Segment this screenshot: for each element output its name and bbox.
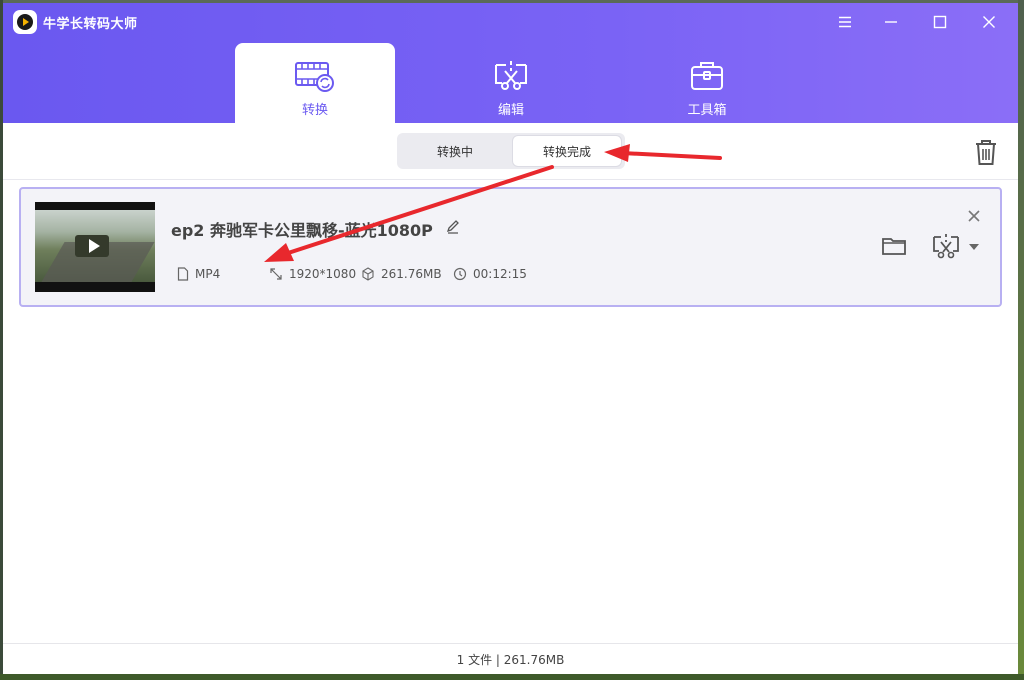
segment-converted[interactable]: 转换完成 [513,136,621,166]
trash-icon[interactable] [973,138,999,166]
toolbox-icon [691,62,723,90]
pencil-icon[interactable] [445,219,461,235]
file-list: ep2 奔驰军卡公里飘移-蓝光1080P MP4 1920*1080 261.7… [3,180,1018,645]
file-duration-value: 00:12:15 [473,267,527,281]
file-size: 261.76MB [361,267,442,281]
app-logo-icon [13,10,37,34]
tab-convert[interactable]: 转换 [235,43,395,123]
minimize-icon[interactable] [871,7,911,37]
close-icon[interactable] [969,7,1009,37]
status-summary: 1 文件 | 261.76MB [456,653,565,667]
file-icon [177,267,189,281]
file-resolution: 1920*1080 [269,267,356,281]
tab-toolbox-label: 工具箱 [687,103,727,118]
tab-edit-label: 编辑 [497,103,524,118]
folder-icon[interactable] [881,235,907,257]
file-resolution-value: 1920*1080 [289,267,357,281]
app-title: 牛学长转码大师 [43,17,138,32]
list-item[interactable]: ep2 奔驰军卡公里飘移-蓝光1080P MP4 1920*1080 261.7… [19,187,1002,307]
remove-item-close-icon[interactable] [965,207,983,225]
status-bar: 1 文件 | 261.76MB [3,643,1018,674]
file-format-value: MP4 [195,267,221,281]
app-header: 牛学长转码大师 转换 编辑 工具箱 [3,3,1018,123]
edit-output-icon[interactable] [931,233,961,261]
play-icon[interactable] [89,239,100,253]
app-window: 牛学长转码大师 转换 编辑 工具箱 转换中 转换完成 ep2 奔驰军卡公里飘移-… [3,3,1018,674]
file-format: MP4 [177,267,220,281]
maximize-icon[interactable] [920,7,960,37]
desktop-background-bottom [0,674,1024,680]
resize-icon [270,268,282,280]
video-thumbnail[interactable] [35,202,155,292]
file-title: ep2 奔驰军卡公里飘移-蓝光1080P [171,221,433,240]
file-size-value: 261.76MB [381,267,442,281]
tab-toolbox[interactable]: 工具箱 [627,43,787,123]
scissors-edit-icon [495,61,527,90]
toolbar: 转换中 转换完成 [3,123,1018,180]
desktop-background-right [1018,0,1024,680]
tab-edit[interactable]: 编辑 [431,43,591,123]
segment-converting[interactable]: 转换中 [401,136,509,166]
clock-icon [453,267,467,281]
file-duration: 00:12:15 [453,267,527,281]
film-convert-icon [295,62,334,92]
status-segmented-control: 转换中 转换完成 [397,133,625,169]
chevron-down-icon[interactable] [969,244,979,250]
hamburger-icon[interactable] [825,7,865,37]
cube-icon [362,267,374,281]
tab-convert-label: 转换 [301,103,328,118]
